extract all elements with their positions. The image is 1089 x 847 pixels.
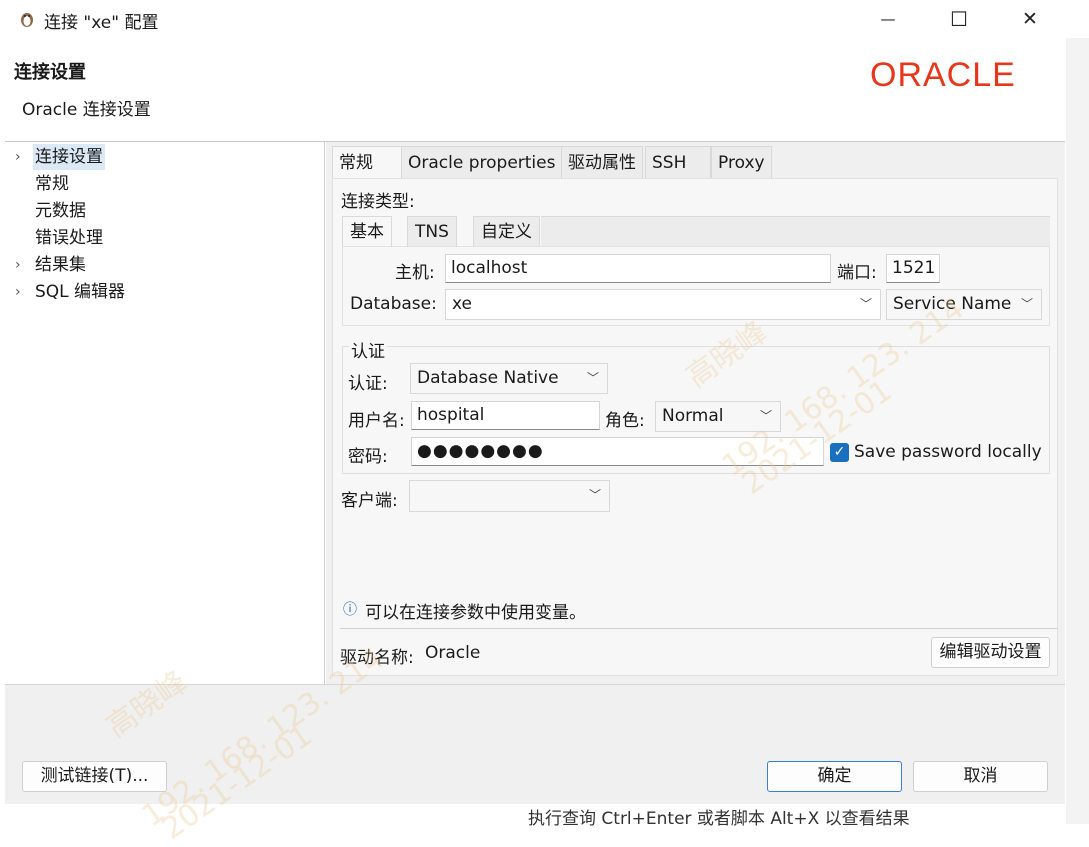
save-password-checkbox[interactable]: ✓ xyxy=(830,443,849,462)
chevron-down-icon: ﹀ xyxy=(586,371,599,385)
minimize-button[interactable]: — xyxy=(860,0,916,38)
driver-label: 驱动名称: xyxy=(340,648,414,668)
header-title: 连接设置 xyxy=(14,62,86,83)
role-value: Normal xyxy=(662,406,724,426)
subtab-tns[interactable]: TNS xyxy=(407,216,457,246)
auth-value: Database Native xyxy=(417,368,559,388)
tree-item-label: 错误处理 xyxy=(35,228,103,248)
username-input[interactable]: hospital xyxy=(411,401,600,430)
tree-item-label: 连接设置 xyxy=(33,144,105,170)
role-select[interactable]: Normal ﹀ xyxy=(655,401,781,432)
settings-tree: › 连接设置 常规 元数据 错误处理 › 结果集 › SQL 编辑器 xyxy=(5,142,325,684)
auth-select[interactable]: Database Native ﹀ xyxy=(410,363,608,394)
subtab-basic[interactable]: 基本 xyxy=(342,216,392,246)
subtab-custom[interactable]: 自定义 xyxy=(473,216,540,246)
minimize-icon: — xyxy=(880,10,896,28)
chevron-down-icon: ﹀ xyxy=(588,488,601,502)
cancel-button[interactable]: 取消 xyxy=(913,761,1048,792)
ok-button[interactable]: 确定 xyxy=(767,761,902,792)
oracle-logo: ORACLE xyxy=(870,56,1016,94)
title-bar: 连接 "xe" 配置 — ☐ ✕ xyxy=(0,0,1089,38)
chevron-right-icon: › xyxy=(15,284,21,300)
auth-label: 认证: xyxy=(348,374,388,394)
chevron-right-icon: › xyxy=(15,149,21,165)
maximize-icon: ☐ xyxy=(950,7,968,31)
tree-item-label: 结果集 xyxy=(35,255,86,275)
tree-item-label: 常规 xyxy=(35,174,69,194)
tree-item-label: 元数据 xyxy=(35,201,86,221)
chevron-down-icon: ﹀ xyxy=(859,297,872,311)
connection-type-label: 连接类型: xyxy=(341,192,415,212)
tab-general[interactable]: 常规 xyxy=(332,146,402,178)
driver-value: Oracle xyxy=(425,643,481,663)
role-label: 角色: xyxy=(605,411,645,431)
username-label: 用户名: xyxy=(348,411,405,431)
app-icon xyxy=(17,9,37,29)
background-window-strip xyxy=(1066,0,1089,824)
service-type-select[interactable]: Service Name ﹀ xyxy=(886,289,1042,320)
close-icon: ✕ xyxy=(1022,8,1038,30)
separator xyxy=(340,628,1058,629)
test-connection-button[interactable]: 测试链接(T)... xyxy=(22,761,167,792)
maximize-button[interactable]: ☐ xyxy=(931,0,987,38)
client-label: 客户端: xyxy=(341,491,398,511)
database-label: Database: xyxy=(350,294,437,314)
chevron-down-icon: ﹀ xyxy=(759,409,772,423)
password-label: 密码: xyxy=(348,447,388,467)
header-subtitle: Oracle 连接设置 xyxy=(22,100,151,120)
database-value: xe xyxy=(452,294,472,314)
info-icon: ⓘ xyxy=(343,602,357,618)
tab-ssh[interactable]: SSH xyxy=(645,146,711,178)
port-input[interactable]: 1521 xyxy=(886,254,940,283)
subtab-strip-fill xyxy=(541,216,1050,246)
chevron-right-icon: › xyxy=(15,257,21,273)
tab-driver-properties[interactable]: 驱动属性 xyxy=(561,146,643,178)
auth-group-label: 认证 xyxy=(349,337,387,362)
tab-oracle-properties[interactable]: Oracle properties xyxy=(401,146,563,178)
chevron-down-icon: ﹀ xyxy=(1020,297,1033,311)
checkmark-icon: ✓ xyxy=(833,444,846,460)
edit-driver-button[interactable]: 编辑驱动设置 xyxy=(931,637,1050,668)
save-password-label: Save password locally xyxy=(854,442,1042,462)
close-button[interactable]: ✕ xyxy=(1002,0,1058,38)
service-type-value: Service Name xyxy=(893,294,1012,314)
host-label: 主机: xyxy=(395,263,435,283)
info-text: 可以在连接参数中使用变量。 xyxy=(365,603,586,623)
tree-item-label: SQL 编辑器 xyxy=(35,282,126,302)
background-status-text: 执行查询 Ctrl+Enter 或者脚本 Alt+X 以查看结果 xyxy=(528,809,910,829)
password-input[interactable]: ●●●●●●●● xyxy=(411,437,824,466)
database-combo[interactable]: xe ﹀ xyxy=(445,289,881,320)
host-input[interactable]: localhost xyxy=(445,254,831,283)
tab-proxy[interactable]: Proxy xyxy=(711,146,772,178)
client-select[interactable]: ﹀ xyxy=(409,480,610,512)
window-title: 连接 "xe" 配置 xyxy=(44,13,159,33)
port-label: 端口: xyxy=(837,263,877,283)
